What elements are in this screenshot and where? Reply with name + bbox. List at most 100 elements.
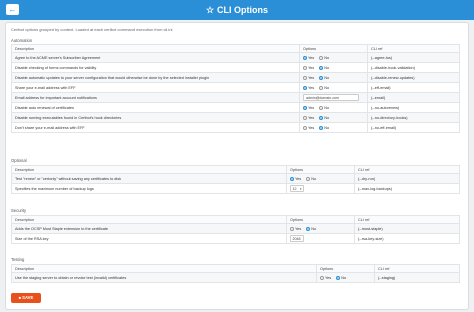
radio-yes[interactable] <box>290 176 294 181</box>
radio-no[interactable] <box>336 275 341 280</box>
option-description: Share your e-mail address with EFF <box>11 82 300 93</box>
column-header-options: Options <box>286 165 355 174</box>
column-header-cli-ref: CLI ref <box>374 264 460 273</box>
cli-ref: (--email) <box>367 92 460 103</box>
section-title: Testing <box>11 257 25 262</box>
radio-no[interactable] <box>319 115 324 120</box>
table-row: Don't share your e-mail address with EFF… <box>11 122 460 133</box>
option-control: admin@domain.com <box>299 92 368 103</box>
table-row: Disable running executables found in Cer… <box>11 112 460 123</box>
option-description: Size of the RSA key <box>11 233 287 244</box>
save-label: SAVE <box>22 295 34 300</box>
cli-ref: (--eff-email) <box>367 82 460 93</box>
radio-label-no: No <box>324 65 330 70</box>
radio-label-no: No <box>311 176 317 181</box>
cli-ref: (--no-eff-email) <box>367 122 460 133</box>
section-title: Optional <box>11 158 27 163</box>
option-description: Agree to the ACME server's Subscriber Ag… <box>11 52 300 63</box>
radio-no[interactable] <box>306 176 311 181</box>
option-description: Disable checking of forms commands for v… <box>11 62 300 73</box>
radio-label-yes: Yes <box>308 115 315 120</box>
table-row: Test "renew" or "certonly" without savin… <box>11 173 460 184</box>
column-header-options: Options <box>299 44 368 53</box>
radio-no[interactable] <box>319 75 324 80</box>
option-select[interactable]: 2048 ▾ <box>290 235 304 242</box>
table-row: Size of the RSA key 2048 ▾ (--rsa-key-size) <box>11 233 460 244</box>
app-header: ← ☆ CLI Options <box>0 0 474 20</box>
radio-label-no: No <box>324 105 330 110</box>
radio-yes[interactable] <box>303 55 307 60</box>
radio-yes[interactable] <box>320 275 324 280</box>
cli-ref: (--must-staple) <box>354 223 460 234</box>
table-row: Disable auto renewal of certificates Yes N… <box>11 102 460 113</box>
option-control: Yes No <box>299 52 368 63</box>
select-value: 2048 <box>292 237 301 241</box>
option-select[interactable]: 12 ▾ <box>290 185 304 192</box>
option-control: Yes No <box>299 102 368 113</box>
radio-yes[interactable] <box>290 226 294 231</box>
option-control: Yes No <box>299 122 368 133</box>
radio-label-no: No <box>324 55 330 60</box>
column-header-options: Options <box>286 215 355 224</box>
table-row: Email address for important account noti… <box>11 92 460 103</box>
column-header-description: Description <box>11 44 300 53</box>
radio-no[interactable] <box>319 55 324 60</box>
option-control: Yes No <box>316 272 375 283</box>
table-row: Adds the OCSP Must Staple extension to t… <box>11 223 460 234</box>
radio-label-yes: Yes <box>295 226 302 231</box>
options-card: Certbot options grouped by context. Load… <box>5 22 469 310</box>
option-control: Yes No <box>286 223 355 234</box>
cli-ref: (--no-autorenew) <box>367 102 460 113</box>
radio-no[interactable] <box>319 105 324 110</box>
column-header-cli-ref: CLI ref <box>367 44 460 53</box>
radio-no[interactable] <box>319 125 324 130</box>
radio-yes[interactable] <box>303 65 307 70</box>
save-button[interactable]: ■SAVE <box>11 293 41 303</box>
column-header-cli-ref: CLI ref <box>354 165 460 174</box>
cli-ref: (--no-directory-hooks) <box>367 112 460 123</box>
option-description: Test "renew" or "certonly" without savin… <box>11 173 287 184</box>
column-header-description: Description <box>11 264 317 273</box>
radio-label-no: No <box>324 115 330 120</box>
option-control: Yes No <box>299 62 368 73</box>
radio-label-yes: Yes <box>295 176 302 181</box>
radio-label-yes: Yes <box>325 275 332 280</box>
cli-ref: (--disable-hook-validation) <box>367 62 460 73</box>
page-description: Certbot options grouped by context. Load… <box>11 27 173 32</box>
radio-yes[interactable] <box>303 115 307 120</box>
option-control: 2048 ▾ <box>286 233 355 244</box>
radio-yes[interactable] <box>303 75 307 80</box>
cli-ref: (--agree-tos) <box>367 52 460 63</box>
radio-no[interactable] <box>306 226 311 231</box>
cli-ref: (--rsa-key-size) <box>354 233 460 244</box>
radio-no[interactable] <box>319 65 324 70</box>
chevron-down-icon: ▾ <box>299 187 302 191</box>
options-table: Description Options CLI ref Adds the OCSP M… <box>11 215 460 244</box>
radio-label-yes: Yes <box>308 125 315 130</box>
radio-no[interactable] <box>319 85 324 90</box>
radio-label-no: No <box>324 125 330 130</box>
options-table: Description Options CLI ref Test "renew" or… <box>11 165 460 194</box>
radio-label-yes: Yes <box>308 55 315 60</box>
select-value: 12 <box>292 187 297 191</box>
option-control: Yes No <box>286 173 355 184</box>
radio-yes[interactable] <box>303 125 307 130</box>
option-description: Disable automatic updates to your server… <box>11 72 300 83</box>
cli-ref: (--disable-renew-updates) <box>367 72 460 83</box>
radio-yes[interactable] <box>303 105 307 110</box>
options-table: Description Options CLI ref Agree to the AC… <box>11 44 460 133</box>
radio-yes[interactable] <box>303 85 307 90</box>
table-row: Agree to the ACME server's Subscriber Ag… <box>11 52 460 63</box>
option-description: Don't share your e-mail address with EFF <box>11 122 300 133</box>
page-title-text: CLI Options <box>217 5 269 15</box>
column-header-cli-ref: CLI ref <box>354 215 460 224</box>
option-description: Email address for important account noti… <box>11 92 300 103</box>
column-header-options: Options <box>316 264 375 273</box>
cli-ref: (--max-log-backups) <box>354 183 460 194</box>
radio-label-yes: Yes <box>308 105 315 110</box>
column-header-description: Description <box>11 215 287 224</box>
email-field[interactable]: admin@domain.com <box>303 94 359 101</box>
option-control: Yes No <box>299 112 368 123</box>
option-control: Yes No <box>299 72 368 83</box>
option-description: Use the staging server to obtain or revo… <box>11 272 317 283</box>
